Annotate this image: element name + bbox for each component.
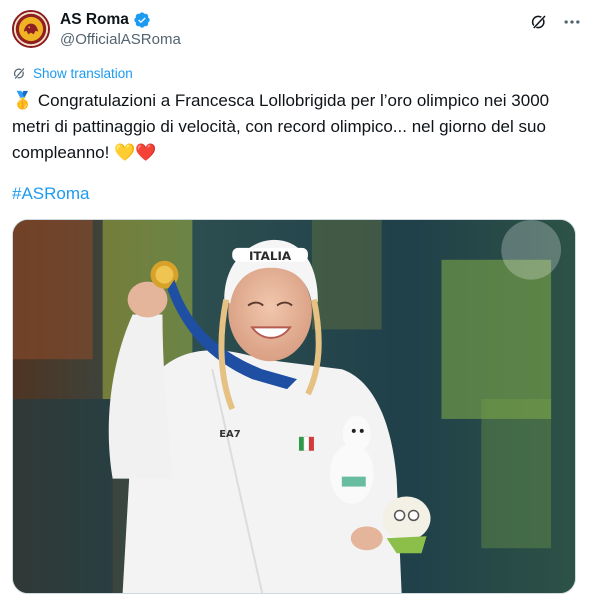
tweet-text: 🥇 Congratulazioni a Francesca Lollobrigi… <box>12 91 554 162</box>
author-name-row: AS Roma <box>60 11 151 29</box>
show-translation-link[interactable]: Show translation <box>33 66 133 81</box>
tweet-header: AS Roma @OfficialASRoma <box>12 10 582 50</box>
avatar[interactable] <box>12 10 50 48</box>
header-actions <box>530 12 582 32</box>
skater-photo-image: ITALIA EA7 <box>13 220 575 593</box>
as-roma-wolf-crest-icon <box>14 12 48 46</box>
beanie-text: ITALIA <box>249 249 292 263</box>
jacket-logo-text: EA7 <box>219 429 240 440</box>
author-display-name[interactable]: AS Roma <box>60 11 129 29</box>
tweet-card[interactable]: AS Roma @OfficialASRoma Show translation… <box>0 0 594 594</box>
more-dots-icon[interactable] <box>562 12 582 32</box>
show-translation-row[interactable]: Show translation <box>12 66 133 81</box>
translate-icon <box>13 67 26 80</box>
hashtag-link[interactable]: #ASRoma <box>12 184 89 204</box>
grok-icon[interactable] <box>530 13 548 31</box>
author-handle[interactable]: @OfficialASRoma <box>60 31 181 48</box>
verified-badge-icon <box>134 12 150 28</box>
tweet-media-photo[interactable]: ITALIA EA7 <box>12 219 576 594</box>
